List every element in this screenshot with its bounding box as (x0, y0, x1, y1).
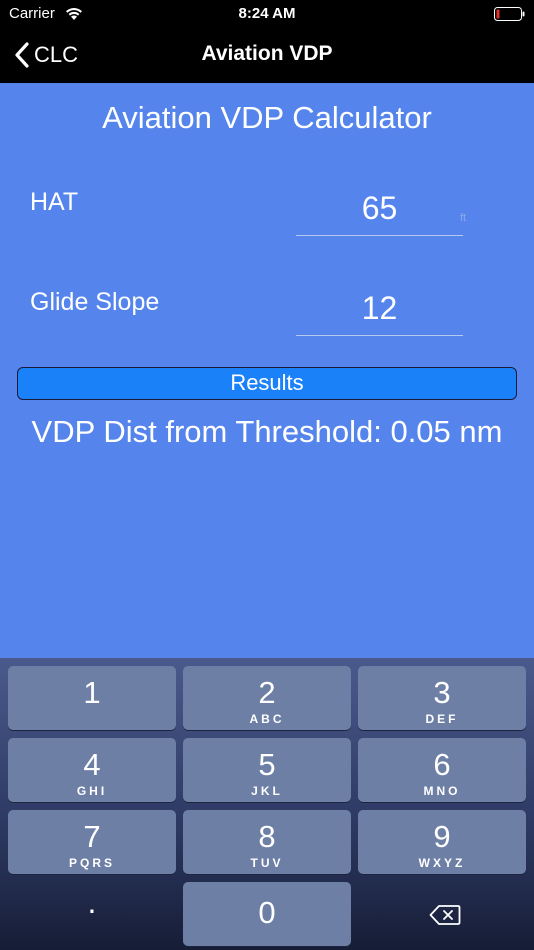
key-decimal[interactable]: . (8, 882, 176, 946)
key-letters: TUV (250, 856, 284, 870)
battery-low-icon (494, 7, 525, 21)
status-bar: Carrier 8:24 AM (0, 0, 534, 28)
key-0[interactable]: 0 (183, 882, 351, 946)
key-7[interactable]: 7 PQRS (8, 810, 176, 874)
hat-value: 65 (361, 190, 398, 226)
key-letters: WXYZ (418, 856, 466, 870)
key-digit: 1 (83, 675, 101, 710)
result-text: VDP Dist from Threshold: 0.05 nm (31, 414, 503, 449)
key-4[interactable]: 4 GHI (8, 738, 176, 802)
delete-button[interactable] (358, 882, 526, 946)
key-9[interactable]: 9 WXYZ (358, 810, 526, 874)
hat-unit: ft (460, 212, 467, 224)
key-3[interactable]: 3 DEF (358, 666, 526, 730)
glide-slope-input[interactable]: 12 (296, 282, 463, 336)
key-letters: GHI (76, 784, 108, 798)
key-dot-label: . (87, 884, 97, 920)
key-digit: 5 (258, 747, 276, 782)
page-title: Aviation VDP Calculator (102, 100, 432, 135)
key-digit: 9 (433, 819, 451, 854)
key-digit: 2 (258, 675, 276, 710)
delete-backspace-icon (429, 905, 461, 925)
key-2[interactable]: 2 ABC (183, 666, 351, 730)
key-digit: 0 (258, 895, 276, 930)
key-digit: 7 (83, 819, 101, 854)
key-letters: DEF (425, 712, 459, 726)
key-digit: 8 (258, 819, 276, 854)
key-letters: ABC (249, 712, 285, 726)
key-digit: 6 (433, 747, 451, 782)
key-6[interactable]: 6 MNO (358, 738, 526, 802)
hat-input[interactable]: 65 (296, 182, 463, 236)
glide-slope-label: Glide Slope (30, 288, 160, 316)
nav-bar: CLC Aviation VDP (0, 28, 534, 83)
key-8[interactable]: 8 TUV (183, 810, 351, 874)
key-5[interactable]: 5 JKL (183, 738, 351, 802)
numeric-keypad: 1 2 ABC 3 DEF 4 GHI 5 JKL 6 MNO 7 PQRS 8… (0, 658, 534, 950)
key-1[interactable]: 1 (8, 666, 176, 730)
key-letters: PQRS (68, 856, 115, 870)
results-button[interactable]: Results (17, 367, 517, 400)
nav-title: Aviation VDP (201, 42, 333, 65)
calculator-panel: Aviation VDP Calculator HAT 65 ft Glide … (0, 83, 534, 658)
key-digit: 3 (433, 675, 451, 710)
key-letters: MNO (423, 784, 461, 798)
key-digit: 4 (83, 747, 101, 782)
glide-slope-value: 12 (361, 290, 398, 326)
status-time: 8:24 AM (238, 5, 296, 22)
hat-label: HAT (30, 188, 79, 216)
key-letters: JKL (251, 784, 283, 798)
